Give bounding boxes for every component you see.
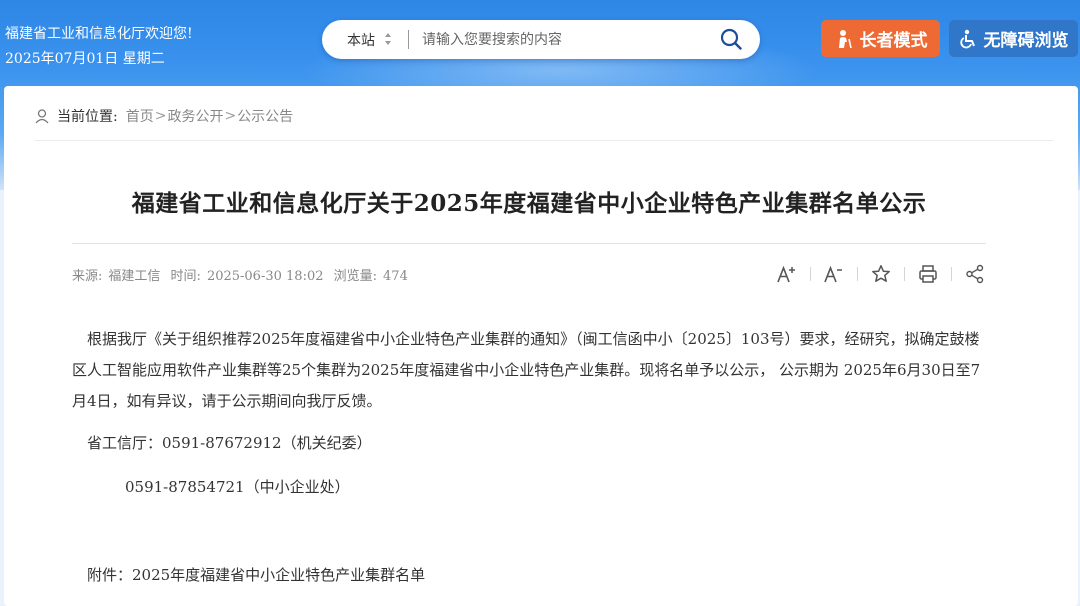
updown-arrow-icon[interactable] <box>384 32 392 46</box>
elder-person-icon <box>838 29 852 48</box>
breadcrumb-separator: > <box>224 108 237 124</box>
title-divider <box>72 243 986 244</box>
wheelchair-icon <box>959 29 975 48</box>
article-meta: 来源: 福建工信 时间: 2025-06-30 18:02 浏览量: 474 <box>72 265 414 284</box>
search-bar: 本站 <box>322 20 760 59</box>
views-value: 474 <box>383 269 408 284</box>
breadcrumb-notices[interactable]: 公示公告 <box>237 106 293 126</box>
content-card: 当前位置: 首页 > 政务公开 > 公示公告 福建省工业和信息化厅关于2025年… <box>4 86 1078 606</box>
toolbar-divider <box>951 267 952 281</box>
time-value: 2025-06-30 18:02 <box>206 269 324 284</box>
search-icon[interactable] <box>720 28 742 50</box>
accessible-label: 无障碍浏览 <box>983 31 1069 51</box>
source-label: 来源: <box>72 269 103 284</box>
contact-sme: 0591-87854721（中小企业处） <box>125 478 350 496</box>
breadcrumb-label: 当前位置: <box>57 109 118 125</box>
contact-main: 省工信厅：0591-87672912（机关纪委） <box>87 434 372 452</box>
star-icon[interactable] <box>870 263 892 285</box>
share-icon[interactable] <box>964 263 986 285</box>
accessible-browse-button[interactable]: 无障碍浏览 <box>949 20 1078 57</box>
search-divider <box>408 30 409 49</box>
breadcrumb: 当前位置: 首页 > 政务公开 > 公示公告 <box>35 106 293 126</box>
toolbar-divider <box>904 267 905 281</box>
toolbar-divider <box>810 267 811 281</box>
font-increase-icon[interactable] <box>776 263 798 285</box>
breadcrumb-separator: > <box>154 108 167 124</box>
search-input[interactable] <box>420 26 714 54</box>
breadcrumb-home[interactable]: 首页 <box>126 106 154 126</box>
current-date: 2025年07月01日 星期二 <box>5 51 165 67</box>
source-value: 福建工信 <box>108 269 161 284</box>
elder-mode-label: 长者模式 <box>859 31 928 51</box>
breadcrumb-divider <box>35 140 1053 141</box>
welcome-text: 福建省工业和信息化厅欢迎您! <box>5 26 193 42</box>
elder-mode-button[interactable]: 长者模式 <box>821 20 940 57</box>
time-label: 时间: <box>170 269 201 284</box>
article-title: 福建省工业和信息化厅关于2025年度福建省中小企业特色产业集群名单公示 <box>131 190 927 217</box>
attachment-line[interactable]: 附件：2025年度福建省中小企业特色产业集群名单 <box>87 564 425 585</box>
toolbar-divider <box>857 267 858 281</box>
article-body: 根据我厅《关于组织推荐2025年度福建省中小企业特色产业集群的通知》（闽工信函中… <box>72 324 986 584</box>
print-icon[interactable] <box>917 263 939 285</box>
font-decrease-icon[interactable] <box>823 263 845 285</box>
article-toolbar <box>776 262 986 286</box>
search-scope-select[interactable]: 本站 <box>347 30 375 50</box>
article-paragraph: 根据我厅《关于组织推荐2025年度福建省中小企业特色产业集群的通知》（闽工信函中… <box>72 330 981 410</box>
breadcrumb-gov-affairs[interactable]: 政务公开 <box>167 106 223 126</box>
location-pin-icon <box>35 109 49 124</box>
views-label: 浏览量: <box>333 269 378 284</box>
